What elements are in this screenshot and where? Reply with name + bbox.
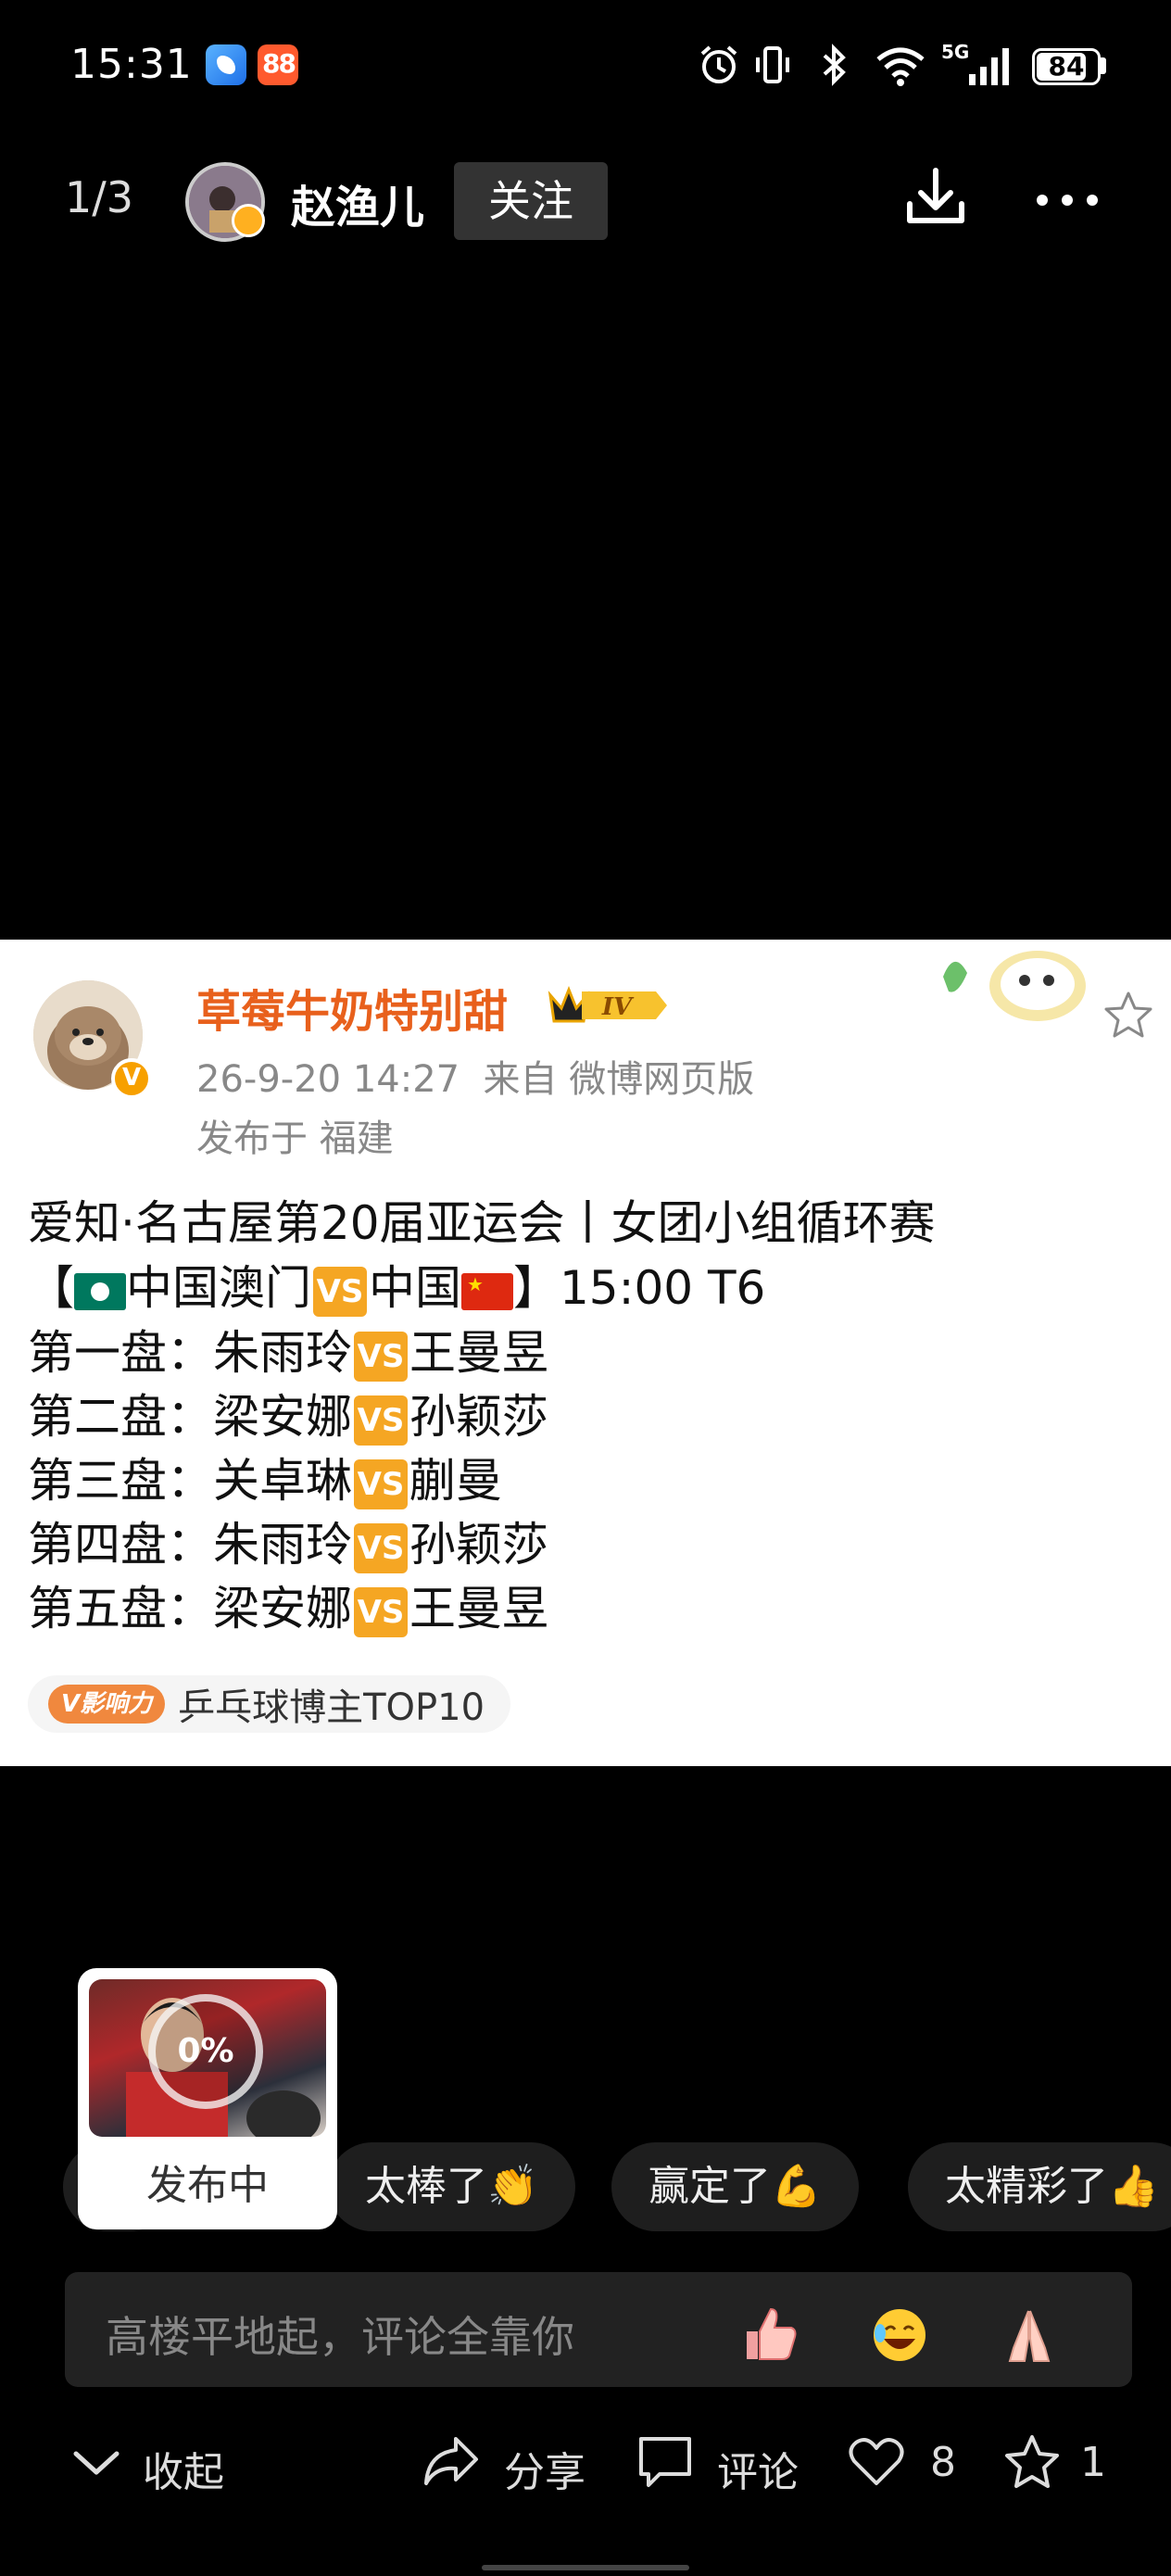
comment-placeholder: 高楼平地起，评论全靠你 xyxy=(106,2312,574,2362)
post-game-line: 第一盘：朱雨玲 VS 王曼昱 xyxy=(28,1326,548,1382)
influence-tag[interactable]: V影响力 乒乓球博主TOP10 xyxy=(28,1675,511,1733)
verified-badge: V xyxy=(111,1058,152,1099)
laughing-emoji-icon[interactable] xyxy=(867,2302,932,2367)
home-indicator xyxy=(482,2565,689,2570)
thumbs-up-emoji-icon[interactable] xyxy=(737,2302,802,2367)
macau-flag-icon xyxy=(74,1272,126,1310)
signal-icon xyxy=(969,48,1009,85)
notification-app-icon xyxy=(206,44,246,85)
favorite-star-icon[interactable] xyxy=(1102,990,1154,1042)
influence-badge: V影响力 xyxy=(48,1685,166,1724)
username[interactable]: 赵渔儿 xyxy=(291,170,424,235)
china-flag-icon xyxy=(461,1272,513,1310)
post-match-line: 【中国澳门VS中国】15:00 T6 xyxy=(28,1251,765,1318)
post-meta: 26-9-20 14:27 来自 微博网页版 xyxy=(196,1049,754,1103)
status-time: 15:31 xyxy=(70,41,193,88)
favorite-count[interactable]: 1 xyxy=(1080,2439,1106,2486)
network-type: 5G xyxy=(941,41,970,63)
alarm-icon xyxy=(700,45,737,83)
comment-icon[interactable] xyxy=(636,2433,695,2489)
like-count[interactable]: 8 xyxy=(930,2439,956,2486)
post-location: 发布于 福建 xyxy=(196,1118,394,1160)
vs-icon: VS xyxy=(354,1586,408,1637)
share-icon[interactable] xyxy=(421,2433,482,2489)
member-crown-icon: IV xyxy=(548,985,667,1023)
vs-icon: VS xyxy=(313,1266,367,1317)
post-time: 26-9-20 14:27 xyxy=(196,1058,460,1101)
like-heart-icon[interactable] xyxy=(847,2433,906,2489)
pray-emoji-icon[interactable] xyxy=(997,2302,1062,2367)
influence-text: 乒乓球博主TOP10 xyxy=(178,1686,485,1729)
follow-button[interactable]: 关注 xyxy=(454,162,608,240)
avatar-badge xyxy=(232,204,265,237)
post-game-line: 第二盘：梁安娜 VS 孙颖莎 xyxy=(28,1390,548,1446)
notification-app-icon-2 xyxy=(258,44,298,85)
post-source: 来自 微博网页版 xyxy=(483,1058,755,1101)
level-badge: IV xyxy=(601,993,635,1021)
quick-reply-chip[interactable]: 赢定了💪 xyxy=(611,2142,859,2231)
favorite-star-icon[interactable] xyxy=(1002,2433,1062,2491)
share-button[interactable]: 分享 xyxy=(504,2439,586,2498)
bluetooth-icon xyxy=(823,44,846,86)
battery-icon: 84 xyxy=(1032,48,1101,85)
decorative-sticker-icon xyxy=(943,951,1086,1021)
wifi-icon xyxy=(876,47,925,86)
post-author[interactable]: 草莓牛奶特别甜 xyxy=(196,975,508,1040)
post-game-line: 第五盘：梁安娜 VS 王曼昱 xyxy=(28,1582,548,1637)
quick-reply-chip[interactable]: 太精彩了👍 xyxy=(908,2142,1171,2231)
battery-tip xyxy=(1101,57,1106,74)
vs-icon: VS xyxy=(354,1395,408,1446)
post-game-line: 第四盘：朱雨玲 VS 孙颖莎 xyxy=(28,1518,548,1573)
progress-percent: 0% xyxy=(177,2032,234,2070)
image-pager: 1/3 xyxy=(65,172,134,222)
comment-button[interactable]: 评论 xyxy=(717,2439,799,2498)
vs-icon: VS xyxy=(354,1331,408,1382)
collapse-button[interactable]: 收起 xyxy=(143,2439,224,2498)
vs-icon: VS xyxy=(354,1458,408,1509)
publishing-label: 发布中 xyxy=(146,2162,269,2209)
post-title-line: 爱知·名古屋第20届亚运会丨女团小组循环赛 xyxy=(28,1196,936,1250)
vs-icon: VS xyxy=(354,1522,408,1573)
more-icon[interactable] xyxy=(1034,192,1101,208)
vibrate-icon xyxy=(756,46,789,83)
chevron-down-icon[interactable] xyxy=(70,2446,122,2480)
quick-reply-chip[interactable]: 太棒了👏 xyxy=(328,2142,575,2231)
download-icon[interactable] xyxy=(902,163,969,230)
battery-percent: 84 xyxy=(1048,51,1085,82)
post-game-line: 第三盘：关卓琳 VS 蒯曼 xyxy=(28,1454,502,1509)
